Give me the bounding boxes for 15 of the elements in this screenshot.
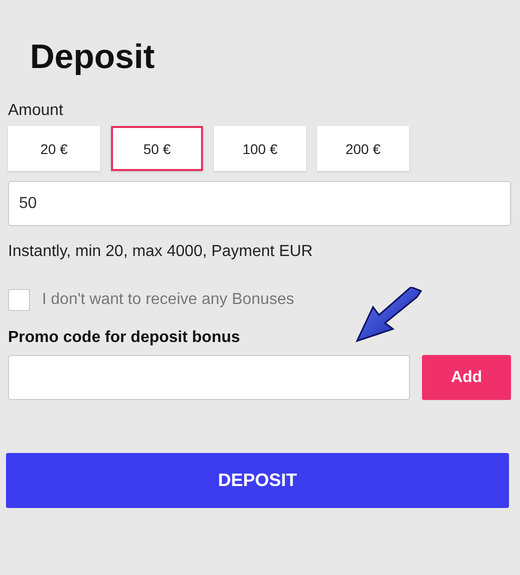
amount-preset[interactable]: 50 € <box>111 126 203 171</box>
checkbox-label: I don't want to receive any Bonuses <box>42 291 294 309</box>
amount-label: Amount <box>8 102 64 120</box>
amount-preset[interactable]: 100 € <box>214 126 306 171</box>
deposit-button[interactable]: DEPOSIT <box>6 453 509 508</box>
checkbox[interactable] <box>8 289 30 311</box>
amount-preset[interactable]: 20 € <box>8 126 100 171</box>
amount-preset[interactable]: 200 € <box>317 126 409 171</box>
payment-info: Instantly, min 20, max 4000, Payment EUR <box>8 243 314 261</box>
page-title: Deposit <box>29 37 156 78</box>
amount-field[interactable]: 50 <box>8 181 511 226</box>
arrow-icon <box>356 287 422 342</box>
add-button[interactable]: Add <box>422 355 511 400</box>
promo-field[interactable] <box>8 355 410 400</box>
promo-label: Promo code for deposit bonus <box>8 329 242 347</box>
